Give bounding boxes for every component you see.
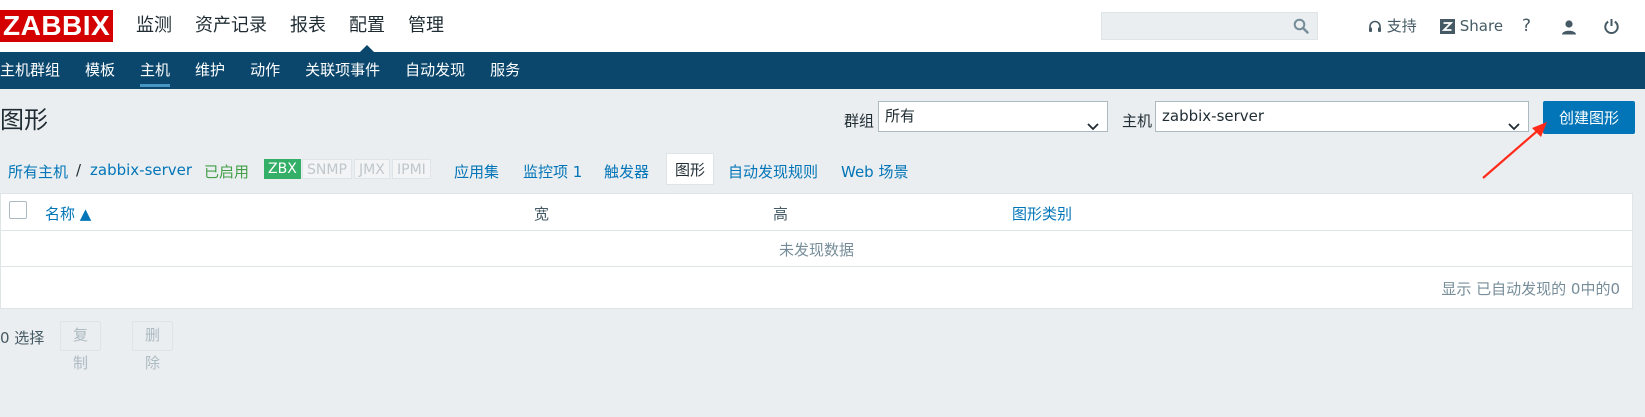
group-select[interactable]: 所有 <box>878 101 1108 132</box>
paging-info: 显示 已自动发现的 0中的0 <box>1441 280 1620 298</box>
breadcrumb-host[interactable]: zabbix-server <box>90 161 192 179</box>
availability-ipmi-badge: IPMI <box>392 159 431 179</box>
tab-triggers[interactable]: 触发器 <box>604 161 649 182</box>
sub-menu-services[interactable]: 服务 <box>490 52 520 89</box>
sub-menu-bar: 主机群组 模板 主机 维护 动作 关联项事件 自动发现 服务 <box>0 52 1645 89</box>
group-filter-label: 群组 <box>844 112 875 130</box>
sub-menu-hosts[interactable]: 主机 <box>140 52 171 89</box>
share-label: Share <box>1459 17 1504 35</box>
search-box <box>1101 12 1318 40</box>
main-menu: 监测 资产记录 报表 配置 管理 <box>136 0 467 53</box>
column-height: 高 <box>773 205 789 223</box>
support-label: 支持 <box>1386 17 1417 35</box>
user-profile-icon[interactable] <box>1561 0 1577 52</box>
search-input[interactable] <box>1102 13 1294 39</box>
sub-menu-maintenance[interactable]: 维护 <box>195 52 225 89</box>
main-menu-administration[interactable]: 管理 <box>408 0 444 52</box>
no-data-message: 未发现数据 <box>778 241 854 259</box>
host-navigation: 所有主机 / zabbix-server 已启用 ZBX SNMP JMX IP… <box>0 153 1645 187</box>
create-graph-button[interactable]: 创建图形 <box>1543 101 1635 134</box>
help-icon[interactable]: ? <box>1522 0 1531 52</box>
top-bar: ZABBIX 监测 资产记录 报表 配置 管理 支持 Share ? <box>0 0 1645 53</box>
availability-jmx-badge: JMX <box>354 159 390 179</box>
host-select-value: zabbix-server <box>1162 107 1265 125</box>
group-select-value: 所有 <box>885 107 916 125</box>
tab-web-scenarios[interactable]: Web 场景 <box>841 161 908 182</box>
tab-discovery-rules[interactable]: 自动发现规则 <box>728 161 818 182</box>
breadcrumb-separator: / <box>76 161 82 179</box>
column-name-sort[interactable]: 名称 ▲ <box>45 203 91 224</box>
main-menu-inventory[interactable]: 资产记录 <box>195 0 267 52</box>
zabbix-logo[interactable]: ZABBIX <box>0 10 114 42</box>
tab-graphs[interactable]: 图形 <box>666 153 715 185</box>
tab-items[interactable]: 监控项 1 <box>523 161 582 182</box>
sub-menu-discovery[interactable]: 自动发现 <box>405 52 465 89</box>
sub-menu: 主机群组 模板 主机 维护 动作 关联项事件 自动发现 服务 <box>0 52 545 89</box>
page-title: 图形 <box>0 106 48 134</box>
main-menu-configuration[interactable]: 配置 <box>349 0 385 53</box>
availability-zbx-badge: ZBX <box>264 159 301 179</box>
headset-icon <box>1368 17 1382 35</box>
share-link[interactable]: Share <box>1440 0 1503 52</box>
sub-menu-actions[interactable]: 动作 <box>250 52 280 89</box>
sub-menu-host-groups[interactable]: 主机群组 <box>0 52 60 89</box>
sub-menu-templates[interactable]: 模板 <box>85 52 115 89</box>
table-header: 名称 ▲ 宽 高 图形类别 <box>1 194 1632 231</box>
share-z-icon <box>1440 17 1455 35</box>
host-status-enabled[interactable]: 已启用 <box>204 161 249 182</box>
host-filter-label: 主机 <box>1122 112 1153 130</box>
chevron-down-icon <box>1087 112 1099 141</box>
column-graph-type[interactable]: 图形类别 <box>1012 203 1072 224</box>
breadcrumb-all-hosts[interactable]: 所有主机 <box>8 161 68 182</box>
tab-applications[interactable]: 应用集 <box>454 161 499 182</box>
table-row: 未发现数据 <box>1 230 1632 267</box>
main-menu-reports[interactable]: 报表 <box>290 0 326 52</box>
sign-out-icon[interactable] <box>1603 0 1620 52</box>
support-link[interactable]: 支持 <box>1368 0 1417 52</box>
copy-button[interactable]: 复制 <box>60 321 102 372</box>
main-menu-monitoring[interactable]: 监测 <box>136 0 172 52</box>
select-all-checkbox[interactable] <box>9 201 27 219</box>
column-width: 宽 <box>534 205 550 223</box>
availability-snmp-badge: SNMP <box>302 159 352 179</box>
selected-count: 0 选择 <box>0 329 45 347</box>
sub-menu-event-correlation[interactable]: 关联项事件 <box>305 52 380 89</box>
host-select[interactable]: zabbix-server <box>1155 101 1529 132</box>
graphs-table: 名称 ▲ 宽 高 图形类别 未发现数据 显示 已自动发现的 0中的0 <box>0 193 1633 309</box>
delete-button[interactable]: 删除 <box>132 321 174 372</box>
search-icon[interactable] <box>1293 18 1309 34</box>
